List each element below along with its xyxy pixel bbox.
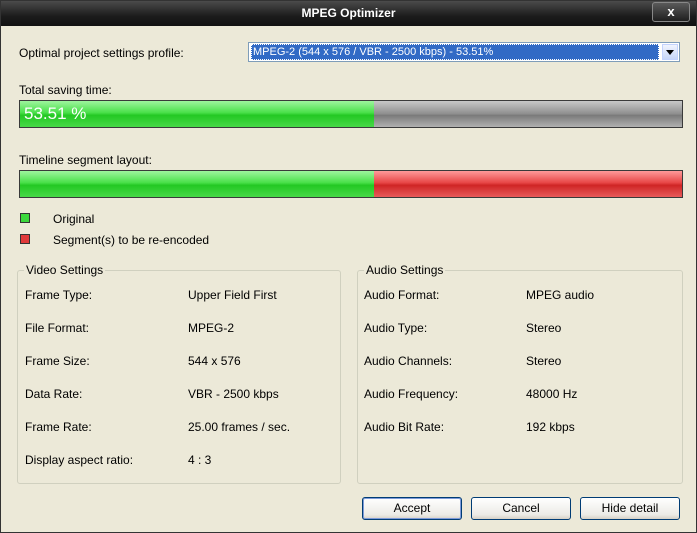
video-value: MPEG-2	[188, 321, 235, 335]
timeline-label: Timeline segment layout:	[19, 153, 152, 167]
window-title: MPEG Optimizer	[301, 6, 396, 20]
title-bar[interactable]: MPEG Optimizer x	[1, 1, 696, 26]
audio-key: Audio Channels:	[364, 354, 453, 368]
cancel-button[interactable]: Cancel	[471, 497, 571, 520]
saving-time-label: Total saving time:	[19, 83, 112, 97]
audio-key: Audio Format:	[364, 288, 440, 302]
audio-value: Stereo	[526, 354, 562, 368]
video-value: 4 : 3	[188, 453, 212, 467]
legend-original-label: Original	[53, 212, 95, 226]
profile-dropdown[interactable]: MPEG-2 (544 x 576 / VBR - 2500 kbps) - 5…	[248, 42, 680, 62]
chevron-down-icon[interactable]	[662, 44, 678, 60]
mpeg-optimizer-window: MPEG Optimizer x Optimal project setting…	[0, 0, 697, 533]
audio-settings-title: Audio Settings	[364, 263, 446, 277]
saving-time-value: 53.51 %	[24, 104, 87, 123]
profile-selected-value: MPEG-2 (544 x 576 / VBR - 2500 kbps) - 5…	[251, 44, 659, 60]
video-settings-group: Video Settings Frame Type: Upper Field F…	[17, 263, 341, 484]
hide-detail-button[interactable]: Hide detail	[580, 497, 680, 520]
audio-value: Stereo	[526, 321, 562, 335]
audio-value: MPEG audio	[526, 288, 595, 302]
audio-value: 48000 Hz	[526, 387, 578, 401]
reencode-legend-swatch	[20, 234, 30, 244]
audio-key: Audio Type:	[364, 321, 428, 335]
video-key: Frame Size:	[25, 354, 90, 368]
video-key: Frame Rate:	[25, 420, 92, 434]
timeline-reencode-segment	[374, 171, 682, 197]
timeline-original-segment	[20, 171, 375, 197]
video-value: 544 x 576	[188, 354, 241, 368]
close-button[interactable]: x	[652, 2, 690, 22]
audio-key: Audio Frequency:	[364, 387, 459, 401]
accept-button[interactable]: Accept	[362, 497, 462, 520]
video-key: File Format:	[25, 321, 90, 335]
video-settings-title: Video Settings	[24, 263, 106, 277]
audio-key: Audio Bit Rate:	[364, 420, 445, 434]
audio-value: 192 kbps	[526, 420, 575, 434]
profile-label: Optimal project settings profile:	[19, 46, 184, 60]
video-key: Data Rate:	[25, 387, 83, 401]
video-key: Display aspect ratio:	[25, 453, 134, 467]
audio-settings-group: Audio Settings Audio Format: MPEG audio …	[357, 263, 683, 484]
legend-reencode-label: Segment(s) to be re-encoded	[53, 233, 210, 247]
dialog-body: Optimal project settings profile: MPEG-2…	[3, 26, 694, 532]
video-value: Upper Field First	[188, 288, 277, 302]
timeline-segment-bar	[19, 170, 683, 198]
video-key: Frame Type:	[25, 288, 93, 302]
video-value: 25.00 frames / sec.	[188, 420, 291, 434]
video-value: VBR - 2500 kbps	[188, 387, 279, 401]
saving-time-progress-bar: 53.51 %	[19, 100, 683, 128]
original-legend-swatch	[20, 213, 30, 223]
